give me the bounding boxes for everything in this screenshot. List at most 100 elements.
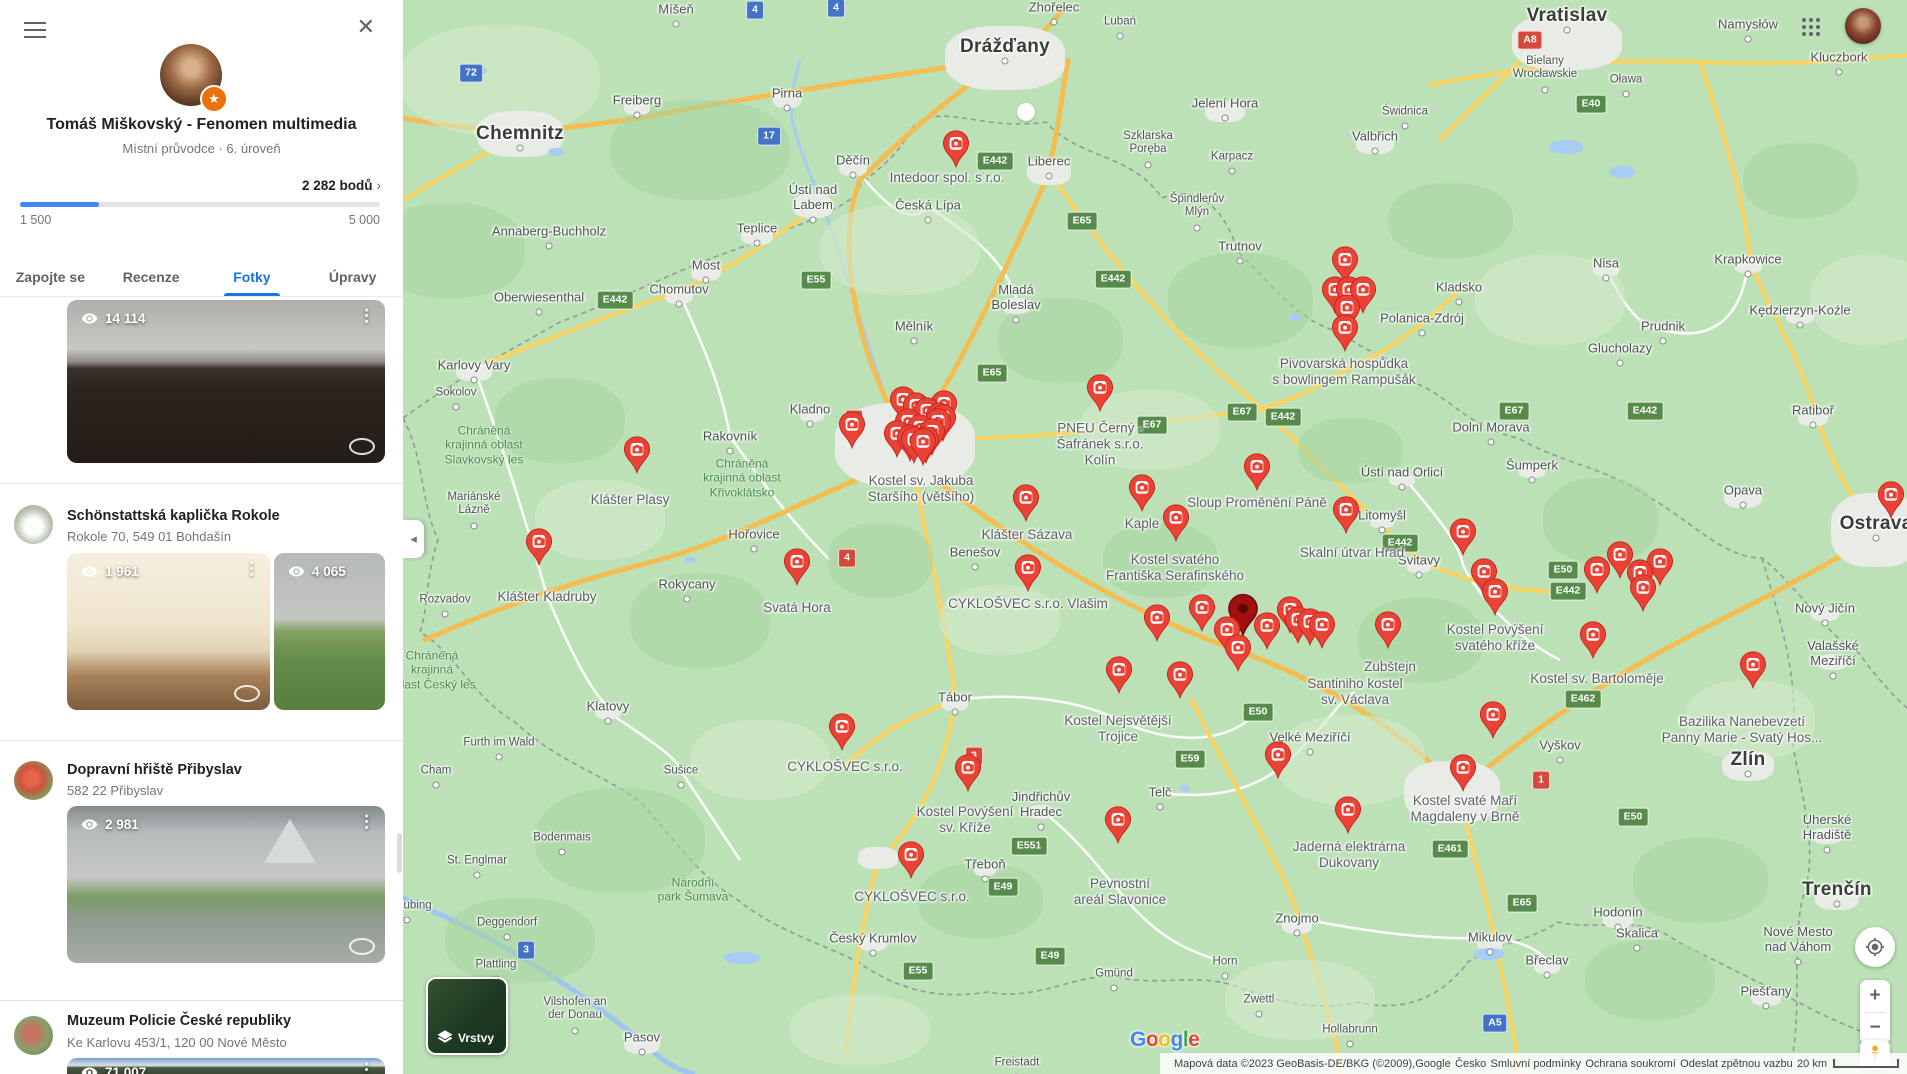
contributor-panel: ✕ ★ Tomáš Miškovský - Fenomen multimedia… xyxy=(0,0,403,1074)
town-dot xyxy=(1487,438,1495,446)
map-city-label: Kladsko xyxy=(1435,279,1483,295)
map-photo-pin[interactable] xyxy=(525,527,553,572)
route-shield: E442 xyxy=(1264,407,1302,427)
map-terrain xyxy=(858,847,898,869)
map-photo-pin[interactable] xyxy=(1308,610,1336,655)
zoom-in-button[interactable]: + xyxy=(1860,980,1890,1012)
more-options-icon[interactable]: ⋮ xyxy=(358,306,375,326)
town-dot xyxy=(1415,571,1423,579)
map-city-label: Straubing xyxy=(403,899,432,912)
map-photo-pin[interactable] xyxy=(838,410,866,455)
map-photo-pin[interactable] xyxy=(1086,373,1114,418)
map-photo-pin[interactable] xyxy=(1334,795,1362,840)
map-canvas[interactable]: Míšeň Drážďany Zhořelec Lubań Vratislav Biela… xyxy=(403,0,1907,1074)
map-city-label: Opava xyxy=(1723,482,1763,498)
photo-thumbnail[interactable]: 1 961 ⋮ xyxy=(67,553,270,710)
map-city-label: Vyškov xyxy=(1539,737,1581,753)
panel-scrollbar[interactable] xyxy=(397,833,402,873)
panel-collapse-button[interactable]: ◂ xyxy=(403,520,424,558)
terms-link[interactable]: Smluvní podmínky xyxy=(1491,1058,1581,1070)
town-dot xyxy=(1221,972,1229,980)
map-photo-pin[interactable] xyxy=(1104,805,1132,850)
google-apps-grid-icon[interactable] xyxy=(1802,18,1820,36)
region-label[interactable]: Česko xyxy=(1455,1058,1486,1070)
google-maps-contributor-page: Míšeň Drážďany Zhořelec Lubań Vratislav Biela… xyxy=(0,0,1907,1074)
map-photo-pin[interactable] xyxy=(1264,740,1292,785)
tab-fotky[interactable]: Fotky xyxy=(202,255,303,296)
town-dot xyxy=(1144,161,1152,169)
privacy-link[interactable]: Ochrana soukromí xyxy=(1585,1058,1675,1070)
map-photo-pin[interactable] xyxy=(897,840,925,885)
map-photo-pin[interactable] xyxy=(1449,753,1477,798)
map-photo-pin[interactable] xyxy=(1224,633,1252,678)
photo-thumbnail[interactable]: 4 065 xyxy=(274,553,385,710)
map-photo-pin[interactable] xyxy=(828,712,856,757)
town-dot xyxy=(1744,770,1752,778)
place-title[interactable]: Dopravní hřiště Přibyslav xyxy=(67,762,242,778)
close-icon[interactable]: ✕ xyxy=(357,16,375,38)
map-photo-pin[interactable] xyxy=(1188,593,1216,638)
map-photo-pin[interactable] xyxy=(1012,483,1040,528)
level-progress-bar xyxy=(20,202,380,207)
map-terrain xyxy=(1742,142,1858,218)
town-dot xyxy=(1228,167,1236,175)
town-dot xyxy=(1809,421,1817,429)
map-photo-pin[interactable] xyxy=(1253,611,1281,656)
tab-recenze[interactable]: Recenze xyxy=(101,255,202,296)
tab-zapojte-se[interactable]: Zapojte se xyxy=(0,255,101,296)
map-photo-pin[interactable] xyxy=(1374,610,1402,655)
route-shield: E50 xyxy=(1547,560,1579,580)
map-photo-pin[interactable] xyxy=(1449,517,1477,562)
my-location-icon xyxy=(1865,937,1885,957)
feedback-link[interactable]: Odeslat zpětnou vazbu xyxy=(1680,1058,1793,1070)
map-photo-pin[interactable] xyxy=(1583,555,1611,600)
map-photo-pin[interactable] xyxy=(1014,553,1042,598)
map-photo-pin[interactable] xyxy=(1162,503,1190,548)
map-photo-pin[interactable] xyxy=(1739,650,1767,695)
layers-button[interactable]: Vrstvy xyxy=(426,977,508,1055)
panorama-icon xyxy=(234,685,260,702)
account-avatar[interactable] xyxy=(1845,8,1881,44)
map-photo-pin[interactable] xyxy=(1143,603,1171,648)
place-avatar[interactable] xyxy=(14,505,53,544)
map-photo-pin[interactable] xyxy=(1481,577,1509,622)
map-photo-pin[interactable] xyxy=(1479,700,1507,745)
town-dot xyxy=(1156,803,1164,811)
map-city-label: Jindřichův Hradec xyxy=(1011,789,1071,819)
place-title[interactable]: Schönstattská kaplička Rokole xyxy=(67,508,280,524)
map-poi-label: Klášter Kladruby xyxy=(497,588,597,604)
map-photo-pin[interactable] xyxy=(1128,473,1156,518)
map-photo-pin[interactable] xyxy=(1243,452,1271,497)
my-location-button[interactable] xyxy=(1855,927,1895,967)
place-avatar[interactable] xyxy=(14,761,53,800)
map-photo-pin[interactable] xyxy=(1331,313,1359,358)
map-photo-pin[interactable] xyxy=(1105,655,1133,700)
place-avatar[interactable] xyxy=(14,1016,53,1055)
map-photo-pin[interactable] xyxy=(1579,620,1607,665)
more-options-icon[interactable]: ⋮ xyxy=(358,812,375,832)
more-options-icon[interactable]: ⋮ xyxy=(243,559,260,579)
profile-name: Tomáš Miškovský - Fenomen multimedia xyxy=(46,116,357,133)
panorama-icon xyxy=(349,438,375,455)
photo-thumbnail[interactable]: 2 981 ⋮ xyxy=(67,806,385,963)
place-title[interactable]: Muzeum Policie České republiky xyxy=(67,1013,291,1029)
map-photo-pin[interactable] xyxy=(623,435,651,480)
menu-icon[interactable] xyxy=(24,22,46,38)
points-link[interactable]: 2 282 bodů › xyxy=(302,178,381,193)
map-city-label: Rakovník xyxy=(702,428,758,444)
map-photo-pin[interactable] xyxy=(1629,573,1657,618)
map-photo-pin[interactable] xyxy=(909,427,937,472)
map-photo-pin[interactable] xyxy=(1877,480,1905,525)
photo-thumbnail[interactable]: 71 007 ⋮ xyxy=(67,1058,385,1074)
more-options-icon[interactable]: ⋮ xyxy=(358,1060,375,1074)
tab-upravy[interactable]: Úpravy xyxy=(302,255,403,296)
town-dot xyxy=(1622,90,1630,98)
map-photo-pin[interactable] xyxy=(783,547,811,592)
map-photo-pin[interactable] xyxy=(942,129,970,174)
map-photo-pin[interactable] xyxy=(1166,660,1194,705)
map-photo-pin[interactable] xyxy=(954,753,982,798)
photo-thumbnail[interactable]: 14 114 ⋮ xyxy=(67,300,385,463)
town-dot xyxy=(924,216,932,224)
town-dot xyxy=(503,933,511,941)
map-photo-pin[interactable] xyxy=(1332,495,1360,540)
